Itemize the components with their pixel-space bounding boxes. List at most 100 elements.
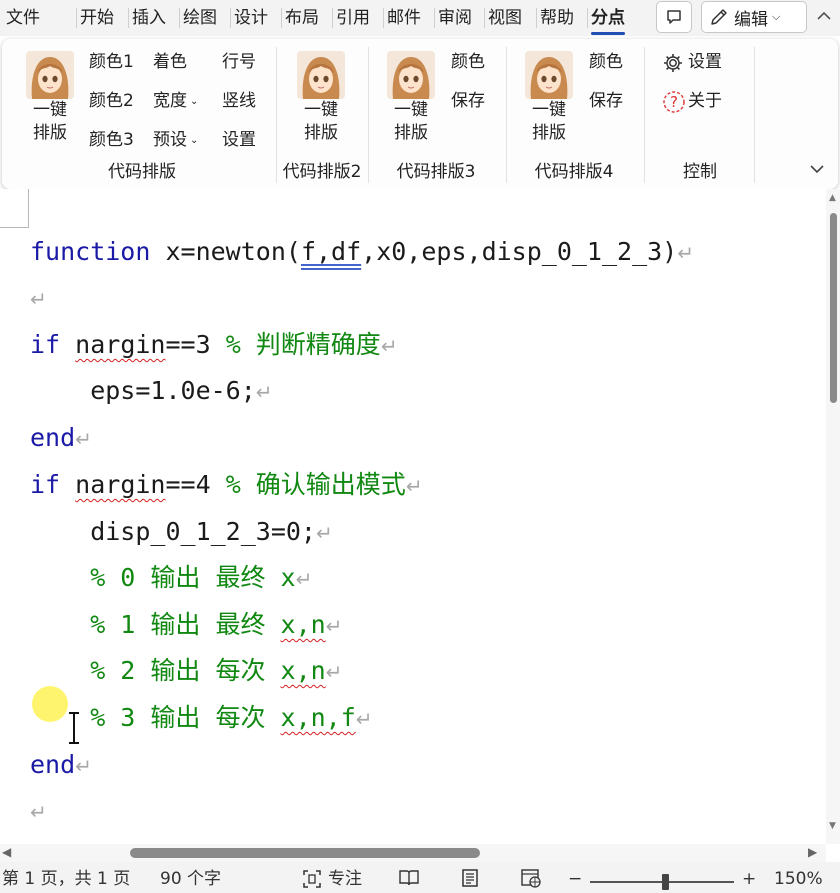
tab-8[interactable]: 审阅 — [438, 4, 472, 32]
code-line[interactable]: % 3 输出 每次 x,n,f↵ — [30, 698, 372, 738]
tab-2[interactable]: 插入 — [132, 4, 166, 32]
paragraph-mark-icon: ↵ — [30, 287, 47, 311]
gear-icon — [662, 52, 684, 78]
scroll-down-arrow-icon[interactable]: ▼ — [829, 821, 836, 831]
horizontal-scrollbar-thumb[interactable] — [130, 848, 480, 858]
ribbon-button[interactable]: 关于 — [688, 90, 722, 112]
web-layout-icon[interactable] — [520, 868, 542, 888]
word-count[interactable]: 90 个字 — [160, 868, 221, 890]
anime-avatar-icon — [525, 51, 573, 99]
ribbon-button[interactable]: 着色 — [153, 51, 187, 73]
focus-mode-button[interactable]: 专注 — [302, 868, 362, 890]
code-token: eps=1.0e-6; — [30, 376, 256, 405]
code-token: % 确认输出模式 — [225, 470, 406, 499]
chevron-down-icon[interactable] — [808, 161, 826, 180]
tab-7[interactable]: 邮件 — [387, 4, 421, 32]
code-token: function — [30, 237, 151, 266]
ribbon-tab-bar: 文件 开始 插入 绘图 设计 布局 引用 邮件 审阅 视图 帮助 分点 编辑 ⌵ — [0, 0, 840, 36]
tab-separator — [434, 8, 435, 28]
ribbon-button[interactable]: 颜色2 — [89, 90, 134, 112]
print-layout-icon[interactable] — [460, 868, 480, 888]
vertical-scrollbar[interactable]: ▲ ▼ — [826, 189, 840, 844]
ribbon-button-label: 关于 — [688, 91, 722, 111]
one-click-format-button[interactable]: 一键 排版 — [293, 39, 349, 151]
zoom-level[interactable]: 150% — [774, 868, 823, 890]
scroll-right-arrow-icon[interactable]: ▶ — [808, 845, 817, 859]
ribbon-button-label: 颜色 — [589, 52, 623, 72]
code-line[interactable]: if nargin==3 % 判断精确度↵ — [30, 325, 398, 365]
ribbon-group-label: 代码排版4 — [534, 162, 614, 182]
tab-5[interactable]: 布局 — [285, 4, 319, 32]
paragraph-mark-icon: ↵ — [677, 241, 694, 265]
comment-button[interactable] — [656, 1, 692, 33]
zoom-slider-thumb[interactable] — [661, 874, 669, 890]
scroll-left-arrow-icon[interactable]: ◀ — [2, 845, 11, 859]
tab-10[interactable]: 帮助 — [540, 4, 574, 32]
code-token: % 2 输出 每次 — [30, 656, 281, 685]
ribbon-button[interactable]: 设置 — [222, 129, 256, 151]
ribbon-button[interactable]: 保存 — [589, 90, 623, 112]
code-line[interactable]: end↵ — [30, 418, 92, 458]
code-token: % 1 输出 最终 — [30, 610, 281, 639]
vertical-scrollbar-thumb[interactable] — [830, 213, 837, 403]
ribbon-button[interactable]: 颜色 — [451, 51, 485, 73]
tab-6[interactable]: 引用 — [336, 4, 370, 32]
scroll-up-arrow-icon[interactable]: ▲ — [829, 193, 836, 203]
code-token: x=newton( — [150, 237, 301, 266]
tab-3[interactable]: 绘图 — [183, 4, 217, 32]
paragraph-mark-icon: ↵ — [75, 427, 92, 451]
ribbon-button[interactable]: 设置 — [688, 51, 722, 73]
page-margin-corner — [0, 189, 29, 228]
code-token: disp_0_1_2_3=0; — [30, 517, 316, 546]
tab-separator — [76, 8, 77, 28]
page-count[interactable]: 第 1 页，共 1 页 — [2, 868, 130, 890]
tab-0[interactable]: 文件 — [6, 4, 40, 32]
zoom-out-button[interactable]: − — [568, 868, 582, 890]
text-cursor-icon — [69, 712, 79, 744]
ribbon-button[interactable]: 行号 — [222, 51, 256, 73]
edit-mode-button[interactable]: 编辑 ⌵ — [701, 1, 807, 33]
tab-separator — [281, 8, 282, 28]
code-line[interactable]: disp_0_1_2_3=0;↵ — [30, 512, 333, 552]
one-click-format-button[interactable]: 一键 排版 — [383, 39, 439, 151]
ribbon-group-label: 控制 — [683, 162, 717, 182]
code-line[interactable]: ↵ — [30, 791, 47, 831]
document-page[interactable]: function x=newton(f,df,x0,eps,disp_0_1_2… — [0, 189, 826, 844]
code-line[interactable]: end↵ — [30, 745, 92, 785]
tab-4[interactable]: 设计 — [234, 4, 268, 32]
code-line[interactable]: % 0 输出 最终 x↵ — [30, 558, 312, 598]
ribbon-button-label: 竖线 — [222, 91, 256, 111]
one-click-format-button[interactable]: 一键 排版 — [22, 39, 78, 151]
ribbon-button[interactable]: 宽度 ⌄ — [153, 90, 198, 113]
tab-9[interactable]: 视图 — [488, 4, 522, 32]
tab-1[interactable]: 开始 — [80, 4, 114, 32]
chevron-up-icon[interactable] — [815, 8, 833, 24]
code-token: x,n — [280, 610, 326, 639]
read-mode-icon[interactable] — [398, 868, 420, 888]
paragraph-mark-icon: ↵ — [325, 660, 343, 684]
code-line[interactable]: ↵ — [30, 278, 47, 318]
code-token: f,df — [300, 237, 362, 266]
code-line[interactable]: % 2 输出 每次 x,n↵ — [30, 651, 342, 691]
chevron-down-icon: ⌄ — [190, 96, 199, 107]
code-line[interactable]: function x=newton(f,df,x0,eps,disp_0_1_2… — [30, 232, 694, 272]
ribbon-button[interactable]: 颜色1 — [89, 51, 134, 73]
paragraph-mark-icon: ↵ — [30, 800, 47, 824]
ribbon-button[interactable]: 预设 ⌄ — [153, 129, 198, 152]
tab-separator — [587, 8, 588, 28]
tab-separator — [179, 8, 180, 28]
zoom-in-button[interactable]: + — [742, 868, 756, 890]
horizontal-scrollbar[interactable]: ◀ ▶ — [0, 844, 826, 862]
code-line[interactable]: if nargin==4 % 确认输出模式↵ — [30, 465, 423, 505]
ribbon-button[interactable]: 颜色3 — [89, 129, 134, 151]
code-line[interactable]: eps=1.0e-6;↵ — [30, 371, 272, 411]
ribbon-button[interactable]: 颜色 — [589, 51, 623, 73]
code-line[interactable]: % 1 输出 最终 x,n↵ — [30, 605, 342, 645]
ribbon-group-label: 代码排版3 — [396, 162, 476, 182]
one-click-format-button[interactable]: 一键 排版 — [521, 39, 577, 151]
ribbon-button[interactable]: 保存 — [451, 90, 485, 112]
code-token: nargin — [75, 470, 166, 499]
ribbon-button-label: 颜色2 — [89, 91, 134, 111]
tab-11[interactable]: 分点 — [591, 4, 625, 35]
ribbon-button[interactable]: 竖线 — [222, 90, 256, 112]
